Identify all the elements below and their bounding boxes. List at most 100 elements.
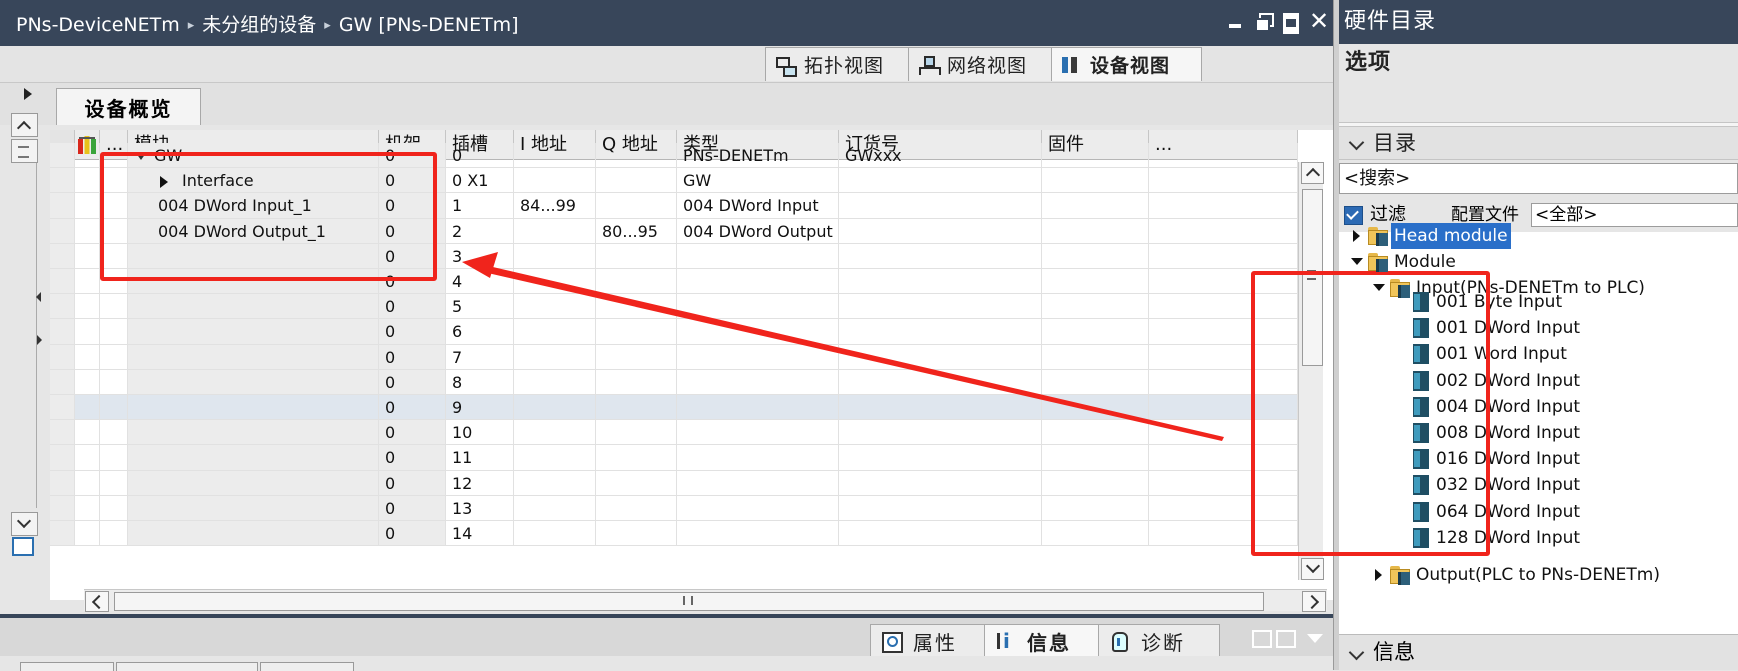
order-number-cell[interactable] [839, 294, 1042, 320]
rack-cell[interactable]: 0 [379, 269, 446, 295]
breadcrumb-device[interactable]: GW [PNs-DENETm] [339, 14, 519, 36]
slot-cell[interactable]: 1 [446, 193, 514, 219]
table-row[interactable]: GW 0 0 PNs-DENETm GWxxx [50, 143, 1298, 169]
info-section-header[interactable]: 信息 [1339, 634, 1738, 670]
table-row[interactable]: 0 11 [50, 445, 1298, 471]
catalog-item[interactable]: 001 DWord Input [1339, 315, 1738, 341]
table-row[interactable]: 004 DWord Input_1 0 1 84...99 004 DWord Inpu… [50, 193, 1298, 219]
table-horizontal-scrollbar[interactable] [84, 589, 1327, 612]
module-cell[interactable] [128, 445, 379, 471]
breadcrumb-group[interactable]: 未分组的设备 [202, 14, 316, 36]
list-panel-icon[interactable] [1276, 630, 1296, 648]
breadcrumb-project[interactable]: PNs-DeviceNETm [16, 14, 180, 36]
scroll-thumb[interactable] [1302, 189, 1323, 366]
order-number-cell[interactable] [839, 218, 1042, 244]
table-row[interactable]: 07 [50, 344, 1298, 370]
module-cell[interactable] [128, 369, 379, 395]
slot-cell[interactable]: 9 [446, 395, 514, 421]
catalog-item[interactable]: 128 DWord Input [1339, 525, 1738, 551]
expand-arrow-icon[interactable] [1353, 230, 1360, 242]
type-cell[interactable] [677, 521, 839, 547]
slot-cell[interactable]: 13 [446, 495, 514, 521]
type-cell[interactable]: PNs-DENETm [677, 143, 839, 169]
tab-network-view[interactable]: 网络视图 [908, 47, 1059, 81]
firmware-cell[interactable] [1042, 344, 1149, 370]
firmware-cell[interactable] [1042, 445, 1149, 471]
order-number-cell[interactable] [839, 369, 1042, 395]
order-number-cell[interactable] [839, 395, 1042, 421]
module-cell[interactable]: GW [128, 143, 379, 169]
i-address-cell[interactable]: 84...99 [514, 193, 596, 219]
firmware-cell[interactable] [1042, 269, 1149, 295]
catalog-item[interactable]: 032 DWord Input [1339, 472, 1738, 498]
rack-cell[interactable]: 0 [379, 445, 446, 471]
order-number-cell[interactable] [839, 521, 1042, 547]
i-address-cell[interactable] [514, 294, 596, 320]
rack-cell[interactable]: 0 [379, 218, 446, 244]
module-cell[interactable] [128, 420, 379, 446]
module-cell[interactable] [128, 294, 379, 320]
module-cell[interactable] [128, 269, 379, 295]
table-row[interactable]: 05 [50, 294, 1298, 320]
module-cell[interactable] [128, 395, 379, 421]
type-cell[interactable] [677, 294, 839, 320]
table-row[interactable]: 08 [50, 369, 1298, 395]
i-address-cell[interactable] [514, 470, 596, 496]
table-row[interactable]: 09 [50, 395, 1298, 421]
i-address-cell[interactable] [514, 521, 596, 547]
rack-cell[interactable]: 0 [379, 319, 446, 345]
q-address-cell[interactable] [596, 243, 677, 269]
slot-cell[interactable]: 0 X1 [446, 168, 514, 194]
firmware-cell[interactable] [1042, 395, 1149, 421]
table-row[interactable]: 004 DWord Output_1 0 2 80...95 004 DWord Out… [50, 218, 1298, 244]
i-address-cell[interactable] [514, 495, 596, 521]
collapse-left-icon[interactable] [36, 292, 41, 302]
firmware-cell[interactable] [1042, 168, 1149, 194]
module-cell[interactable] [128, 344, 379, 370]
slot-cell[interactable]: 7 [446, 344, 514, 370]
q-address-cell[interactable] [596, 143, 677, 169]
tab-info[interactable]: 信息 [984, 624, 1106, 657]
order-number-cell[interactable] [839, 269, 1042, 295]
i-address-cell[interactable] [514, 218, 596, 244]
scroll-down-arrow[interactable] [1301, 558, 1324, 580]
catalog-item[interactable]: 004 DWord Input [1339, 394, 1738, 420]
tree-node-head-module[interactable]: Head module [1339, 223, 1738, 249]
firmware-cell[interactable] [1042, 294, 1149, 320]
type-cell[interactable] [677, 495, 839, 521]
q-address-cell[interactable] [596, 395, 677, 421]
order-number-cell[interactable] [839, 420, 1042, 446]
slot-cell[interactable]: 0 [446, 143, 514, 169]
i-address-cell[interactable] [514, 420, 596, 446]
type-cell[interactable] [677, 369, 839, 395]
firmware-cell[interactable] [1042, 470, 1149, 496]
slot-cell[interactable]: 14 [446, 521, 514, 547]
order-number-cell[interactable] [839, 344, 1042, 370]
slot-cell[interactable]: 8 [446, 369, 514, 395]
order-number-cell[interactable] [839, 243, 1042, 269]
firmware-cell[interactable] [1042, 218, 1149, 244]
q-address-cell[interactable] [596, 369, 677, 395]
module-cell[interactable] [128, 319, 379, 345]
slot-cell[interactable]: 3 [446, 243, 514, 269]
expand-arrow-icon[interactable] [160, 175, 168, 188]
expand-arrow-icon[interactable] [1375, 569, 1382, 581]
i-address-cell[interactable] [514, 243, 596, 269]
i-address-cell[interactable] [514, 319, 596, 345]
tab-device-overview[interactable]: 设备概览 [56, 88, 201, 125]
table-row[interactable]: 04 [50, 269, 1298, 295]
module-cell[interactable] [128, 470, 379, 496]
q-address-cell[interactable] [596, 168, 677, 194]
type-cell[interactable] [677, 470, 839, 496]
firmware-cell[interactable] [1042, 319, 1149, 345]
firmware-cell[interactable] [1042, 143, 1149, 169]
options-header[interactable]: 选项 [1339, 44, 1738, 82]
float-panel-icon[interactable] [1252, 630, 1272, 648]
close-button[interactable]: ✕ [1309, 9, 1329, 33]
table-row[interactable]: 0 14 [50, 521, 1298, 547]
rack-cell[interactable]: 0 [379, 395, 446, 421]
gutter-scroll-up-button[interactable] [11, 113, 38, 137]
firmware-cell[interactable] [1042, 243, 1149, 269]
gutter-scroll-down-button[interactable] [11, 512, 38, 536]
slot-cell[interactable]: 10 [446, 420, 514, 446]
